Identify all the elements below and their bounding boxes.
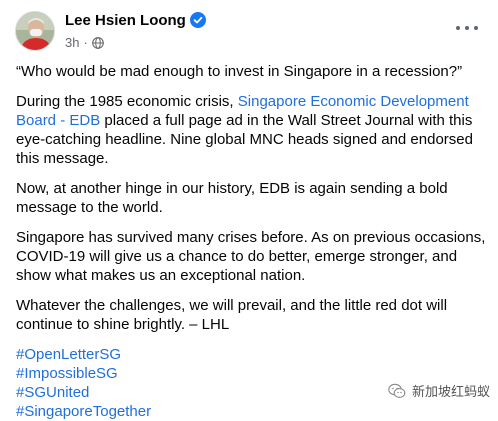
globe-icon[interactable] [91, 36, 104, 49]
wechat-logo-icon [388, 383, 406, 398]
post-meta: 3h · [65, 35, 104, 50]
more-options-icon[interactable] [456, 22, 478, 34]
author-name[interactable]: Lee Hsien Loong [65, 12, 186, 29]
post-content: “Who would be mad enough to invest in Si… [16, 62, 486, 421]
post-paragraph-1: “Who would be mad enough to invest in Si… [16, 63, 463, 80]
author-avatar[interactable] [15, 11, 55, 51]
post-paragraph-5: Whatever the challenges, we will prevail… [16, 297, 448, 333]
post-paragraph-4: Singapore has survived many crises befor… [16, 229, 486, 284]
author-name-row: Lee Hsien Loong [65, 12, 206, 29]
watermark-text: 新加坡红蚂蚁 [411, 384, 490, 399]
hashtag-link[interactable]: #SingaporeTogether [16, 402, 486, 421]
watermark: 新加坡红蚂蚁 [388, 381, 490, 400]
facebook-post: Lee Hsien Loong 3h · “Who would be mad e… [0, 0, 498, 420]
post-timestamp[interactable]: 3h [65, 35, 79, 50]
post-paragraph-3: Now, at another hinge in our history, ED… [16, 180, 448, 216]
avatar-image [16, 12, 54, 50]
verified-badge-icon [189, 12, 206, 28]
hashtag-link[interactable]: #OpenLetterSG [16, 345, 486, 364]
paragraph-2-text-start: During the 1985 economic crisis, [16, 93, 238, 110]
meta-separator: · [83, 35, 88, 50]
post-paragraph-2: During the 1985 economic crisis, Singapo… [16, 92, 486, 168]
